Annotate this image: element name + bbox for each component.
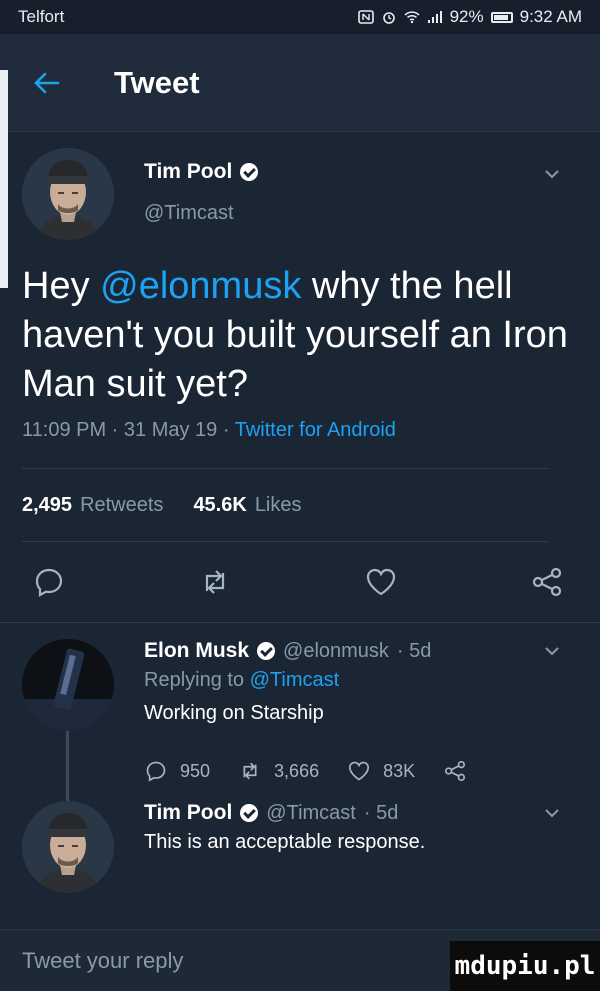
alarm-icon: [382, 12, 395, 24]
reply-actions: 950 3,666 83K: [144, 759, 564, 783]
author-meta: Tim Pool @Timcast: [144, 148, 540, 225]
reply-age: · 5d: [396, 639, 432, 662]
reply-body: Elon Musk @elonmusk · 5d Replying to @Ti…: [144, 639, 564, 783]
replying-to-prefix: Replying to: [144, 669, 250, 691]
tweet-text-start: Hey: [22, 265, 101, 307]
signal-icon: [427, 11, 442, 23]
watermark-logo: mdupiu.pl: [450, 941, 600, 991]
author-name-row[interactable]: Tim Pool: [144, 160, 540, 184]
retweets-label[interactable]: Retweets: [80, 494, 163, 517]
status-bar: Telfort 92% 9:32 AM: [0, 0, 600, 34]
status-icons: 92% 9:32 AM: [357, 7, 582, 27]
clock: 9:32 AM: [519, 7, 582, 26]
replying-to-link[interactable]: @Timcast: [250, 669, 340, 691]
reply-input-placeholder[interactable]: Tweet your reply: [22, 948, 183, 974]
battery-icon: [490, 11, 513, 23]
avatar[interactable]: [22, 801, 114, 893]
likes-count[interactable]: 45.6K: [193, 494, 246, 517]
avatar[interactable]: [22, 639, 114, 731]
verified-badge-icon: [257, 642, 276, 660]
reply-count-group[interactable]: 950: [144, 759, 210, 783]
app-bar: Tweet: [0, 34, 600, 132]
verified-badge-icon: [240, 804, 259, 822]
wifi-icon: [404, 11, 420, 24]
like-count: 83K: [383, 760, 416, 781]
tweet-source-link[interactable]: Twitter for Android: [235, 419, 396, 441]
reply-author-name[interactable]: Elon Musk: [144, 639, 249, 663]
avatar-image: [22, 148, 114, 240]
reply-text: This is an acceptable response.: [144, 831, 426, 853]
main-tweet: Tim Pool @Timcast Hey @elonmusk why the …: [0, 132, 600, 623]
back-arrow-icon: [34, 72, 60, 93]
retweet-count-group[interactable]: 3,666: [238, 759, 319, 783]
reply-author-handle: @elonmusk: [283, 639, 389, 662]
nfc-icon: [357, 10, 374, 24]
tweet-actions: [22, 542, 564, 622]
reply-item[interactable]: Tim Pool @Timcast · 5d This is an accept…: [0, 783, 600, 893]
tweet-timestamp: 11:09 PM · 31 May 19 ·: [22, 419, 235, 441]
reply-count: 950: [180, 760, 211, 781]
chevron-down-icon[interactable]: [540, 639, 564, 663]
chevron-down-icon[interactable]: [540, 162, 564, 186]
reply-icon[interactable]: [32, 565, 66, 599]
reply-header: Elon Musk @elonmusk · 5d: [144, 639, 564, 663]
likes-label[interactable]: Likes: [255, 494, 302, 517]
retweet-icon[interactable]: [198, 565, 232, 599]
chevron-down-icon[interactable]: [540, 801, 564, 825]
retweets-count[interactable]: 2,495: [22, 494, 72, 517]
replies-list: Elon Musk @elonmusk · 5d Replying to @Ti…: [0, 623, 600, 893]
reply-item[interactable]: Elon Musk @elonmusk · 5d Replying to @Ti…: [0, 623, 600, 783]
like-count-group[interactable]: 83K: [347, 759, 415, 783]
retweet-icon: [243, 762, 257, 780]
reply-header: Tim Pool @Timcast · 5d: [144, 801, 564, 825]
carrier-name: Telfort: [18, 7, 65, 26]
tweet-text: Hey @elonmusk why the hell haven't you b…: [22, 262, 582, 409]
like-icon[interactable]: [364, 565, 398, 599]
reply-author-name[interactable]: Tim Pool: [144, 801, 232, 825]
replying-to: Replying to @Timcast: [144, 669, 564, 692]
avatar-image: [22, 639, 114, 731]
avatar-image: [22, 801, 114, 893]
battery-percent: 92%: [449, 7, 484, 26]
author-name: Tim Pool: [144, 160, 233, 183]
tweet-timestamp-row: 11:09 PM · 31 May 19 · Twitter for Andro…: [22, 419, 564, 442]
verified-badge-icon: [240, 163, 259, 181]
mention-link[interactable]: @elonmusk: [100, 265, 301, 307]
share-icon[interactable]: [530, 565, 564, 599]
avatar[interactable]: [22, 148, 114, 240]
page-title: Tweet: [114, 64, 200, 100]
back-button[interactable]: [30, 67, 62, 99]
reply-author-handle: @Timcast: [266, 801, 356, 824]
reply-body: Tim Pool @Timcast · 5d This is an accept…: [144, 801, 564, 893]
tweet-stats: 2,495 Retweets 45.6K Likes: [22, 469, 564, 541]
tweet-author-row: Tim Pool @Timcast: [22, 148, 564, 256]
like-icon: [349, 761, 370, 781]
reply-icon: [146, 761, 166, 782]
reply-age: · 5d: [363, 801, 399, 824]
retweet-count: 3,666: [274, 760, 320, 781]
share-icon[interactable]: [443, 759, 467, 783]
reply-text: Working on Starship: [144, 702, 324, 724]
author-handle: @Timcast: [144, 202, 234, 224]
